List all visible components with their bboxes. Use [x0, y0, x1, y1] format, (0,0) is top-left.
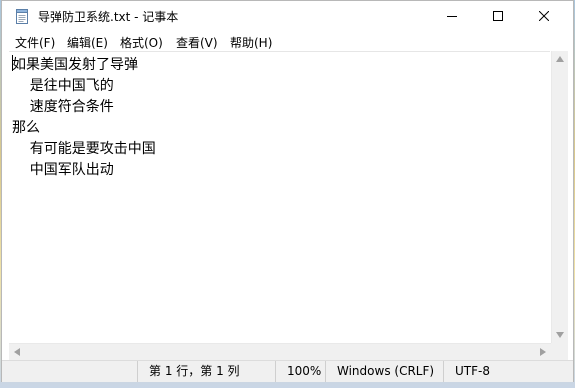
maximize-button[interactable]: [475, 1, 521, 31]
window-title: 导弹防卫系统.txt - 记事本: [38, 10, 179, 24]
zoom-level: 100%: [275, 361, 325, 382]
text-line-6: 中国军队出动: [12, 162, 114, 178]
maximize-icon: [493, 11, 503, 21]
menu-format[interactable]: 格式(O): [120, 34, 163, 51]
line-ending: Windows (CRLF): [325, 361, 443, 382]
editor-margin: [2, 51, 9, 360]
text-editor[interactable]: 如果美国发射了导弹 是往中国飞的 速度符合条件 那么 有可能是要攻击中国 中国军…: [9, 51, 550, 343]
title-bar[interactable]: 导弹防卫系统.txt - 记事本: [2, 1, 573, 31]
status-bar: 第 1 行，第 1 列 100% Windows (CRLF) UTF-8: [2, 360, 573, 382]
menu-edit[interactable]: 编辑(E): [67, 34, 108, 51]
close-icon: [539, 11, 549, 21]
text-line-4: 那么: [12, 120, 40, 136]
scrollbar-corner: [551, 343, 568, 360]
close-button[interactable]: [521, 1, 567, 31]
menu-view[interactable]: 查看(V): [176, 34, 218, 51]
notepad-icon: [16, 9, 28, 24]
encoding: UTF-8: [443, 361, 567, 382]
scroll-right-icon[interactable]: [540, 348, 546, 356]
text-line-5: 有可能是要攻击中国: [12, 141, 156, 157]
cursor-position: 第 1 行，第 1 列: [137, 361, 275, 382]
text-line-2: 是往中国飞的: [12, 78, 114, 94]
vertical-scrollbar[interactable]: [551, 51, 568, 343]
notepad-window: 导弹防卫系统.txt - 记事本 文件(F) 编辑(E) 格式(O) 查看(V)…: [1, 0, 574, 382]
minimize-icon: [447, 16, 457, 17]
text-line-3: 速度符合条件: [12, 99, 114, 115]
scroll-left-icon[interactable]: [14, 348, 20, 356]
text-line-1: 如果美国发射了导弹: [12, 55, 138, 73]
menu-file[interactable]: 文件(F): [15, 34, 55, 51]
menu-help[interactable]: 帮助(H): [230, 34, 272, 51]
minimize-button[interactable]: [429, 1, 475, 31]
scroll-up-icon[interactable]: [556, 56, 564, 62]
menu-bar: 文件(F) 编辑(E) 格式(O) 查看(V) 帮助(H): [2, 31, 573, 51]
scroll-down-icon[interactable]: [556, 332, 564, 338]
horizontal-scrollbar[interactable]: [9, 343, 551, 360]
